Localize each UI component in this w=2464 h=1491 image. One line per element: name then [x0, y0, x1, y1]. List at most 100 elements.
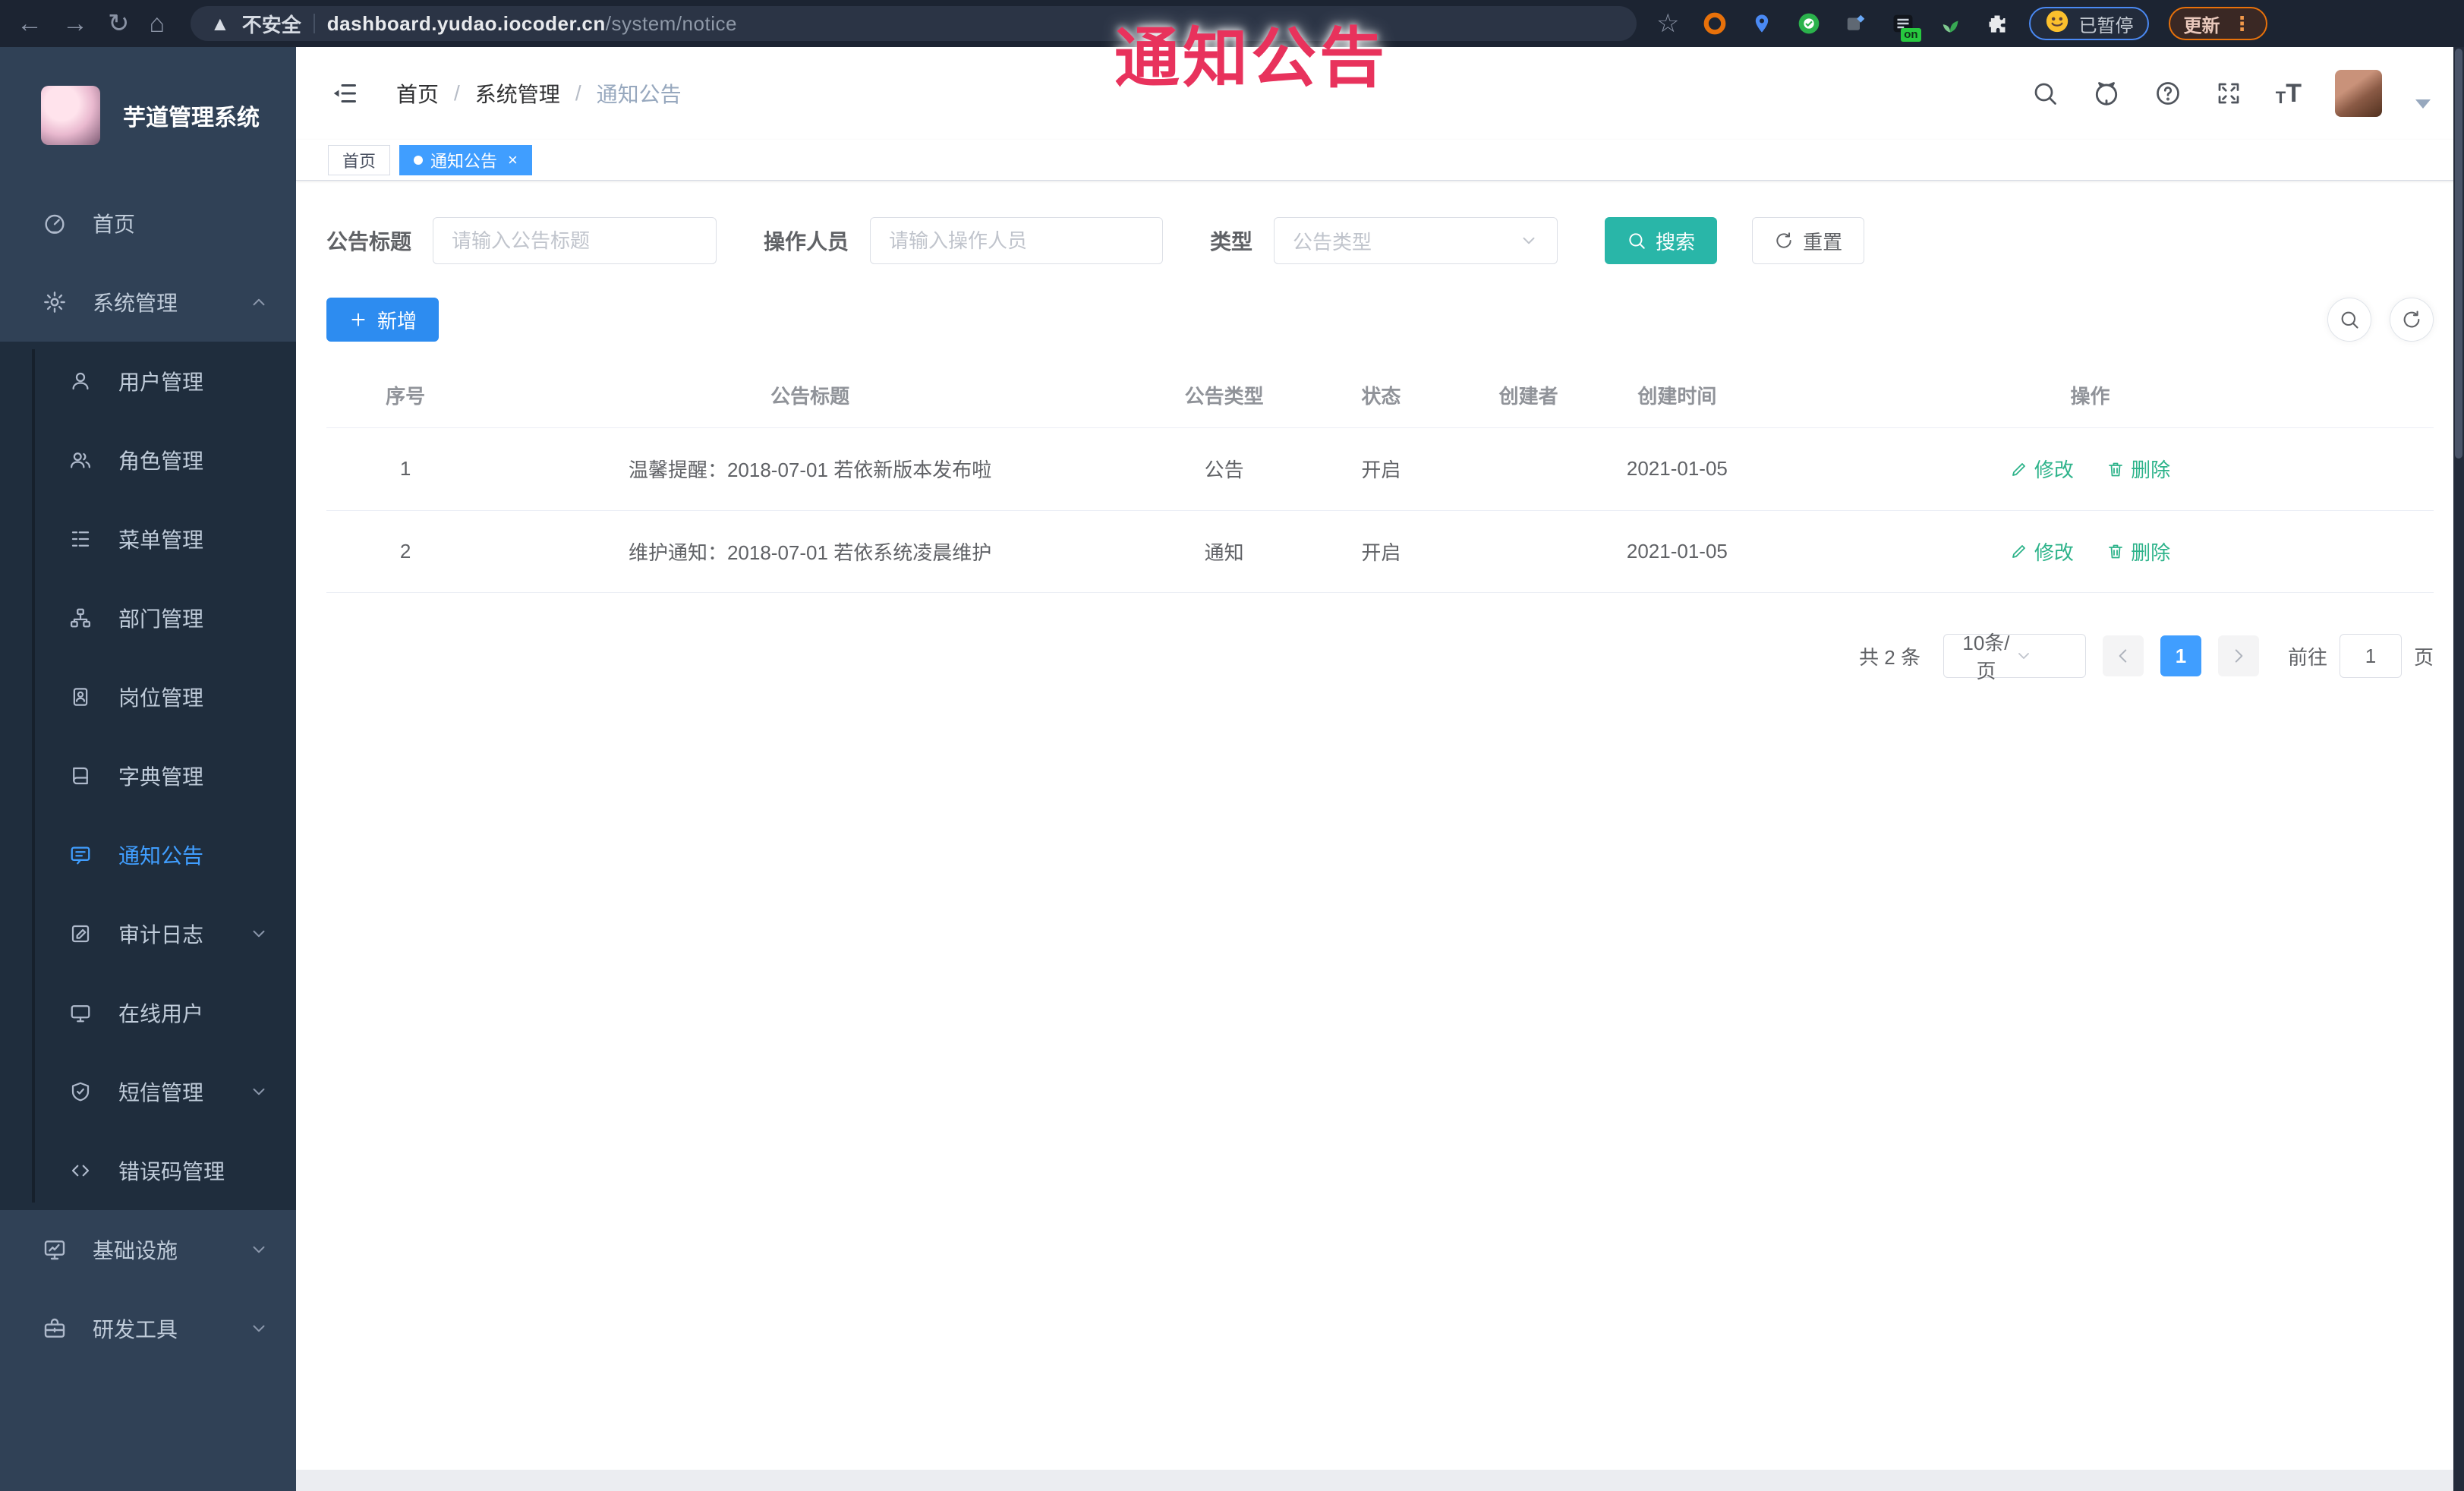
tools-icon	[39, 1316, 70, 1341]
tag-home[interactable]: 首页	[328, 144, 391, 175]
tag-notices[interactable]: 通知公告 ×	[399, 144, 532, 175]
page-suffix-label: 页	[2413, 645, 2434, 669]
show-search-button[interactable]	[2327, 298, 2371, 342]
extension-sprout-icon[interactable]	[1938, 11, 1962, 36]
extension-orange-icon[interactable]	[1703, 11, 1727, 36]
user-avatar[interactable]	[2335, 70, 2382, 117]
reset-button[interactable]: 重置	[1752, 217, 1865, 264]
sidebar-item-roles[interactable]: 角色管理	[0, 421, 296, 500]
url-divider	[313, 14, 315, 33]
page-1-button[interactable]: 1	[2160, 635, 2201, 676]
active-tag-dot	[414, 155, 424, 165]
table-header-row: 序号 公告标题 公告类型 状态 创建者 创建时间 操作	[326, 363, 2434, 428]
chevron-down-icon	[249, 924, 269, 944]
avatar-caret-icon[interactable]	[2415, 99, 2431, 109]
forward-button[interactable]: →	[62, 11, 88, 36]
sidebar-collapse-icon[interactable]	[329, 80, 360, 107]
sidebar-item-error-codes[interactable]: 错误码管理	[0, 1131, 296, 1210]
sidebar-item-notices[interactable]: 通知公告	[0, 815, 296, 894]
page-url: dashboard.yudao.iocoder.cn/system/notice	[327, 12, 737, 36]
security-warning-icon: ▲	[210, 11, 230, 35]
edit-link[interactable]: 修改	[2010, 537, 2074, 566]
code-icon	[65, 1159, 96, 1182]
page-size-select[interactable]: 10条/页	[1943, 632, 2086, 682]
extensions-puzzle-icon[interactable]	[1985, 11, 2009, 36]
sidebar-item-dictionary[interactable]: 字典管理	[0, 736, 296, 815]
delete-link[interactable]: 删除	[2106, 537, 2170, 566]
help-icon[interactable]	[2154, 80, 2182, 107]
filter-operator-group: 操作人员	[764, 217, 1164, 264]
sidebar-item-posts[interactable]: 岗位管理	[0, 657, 296, 736]
browser-update-button[interactable]: 更新 ⋮	[2168, 7, 2267, 40]
extension-diamond-icon[interactable]	[1844, 11, 1868, 36]
online-icon	[65, 1001, 96, 1024]
cell-title: 温馨提醒：2018-07-01 若依新版本发布啦	[484, 427, 1136, 511]
cell-type: 公告	[1135, 427, 1313, 511]
user-icon	[65, 370, 96, 392]
sidebar-item-infrastructure[interactable]: 基础设施	[0, 1210, 296, 1289]
scrollbar-thumb[interactable]	[2455, 49, 2462, 459]
edit-link[interactable]: 修改	[2010, 455, 2074, 483]
chevron-down-icon	[249, 1319, 269, 1338]
notice-title-input[interactable]	[433, 217, 717, 264]
home-button[interactable]: ⌂	[150, 11, 165, 36]
extension-pin-icon[interactable]	[1750, 11, 1774, 36]
chevron-down-icon	[249, 1240, 269, 1259]
sidebar-item-system[interactable]: 系统管理	[0, 263, 296, 342]
reload-button[interactable]: ↻	[108, 11, 130, 36]
bookmark-star-icon[interactable]: ☆	[1656, 11, 1679, 36]
extensions-paused-pill[interactable]: 已暂停	[2028, 7, 2149, 40]
cell-created: 2021-01-05	[1607, 510, 1747, 593]
extension-bars-icon[interactable]: on	[1891, 11, 1921, 42]
github-icon[interactable]	[2092, 79, 2121, 108]
font-size-icon[interactable]: TT	[2276, 80, 2302, 106]
back-button[interactable]: ←	[17, 11, 43, 36]
breadcrumb-home[interactable]: 首页	[396, 78, 439, 109]
col-header-status: 状态	[1312, 363, 1450, 428]
cell-creator	[1449, 427, 1608, 511]
operator-label: 操作人员	[764, 230, 849, 254]
table-tools	[2327, 298, 2434, 342]
sidebar-item-dev-tools[interactable]: 研发工具	[0, 1289, 296, 1368]
fullscreen-icon[interactable]	[2215, 80, 2242, 107]
breadcrumb-system[interactable]: 系统管理	[475, 78, 560, 109]
header-search-icon[interactable]	[2031, 80, 2059, 107]
type-label: 类型	[1210, 230, 1253, 254]
sidebar-item-departments[interactable]: 部门管理	[0, 578, 296, 657]
delete-link[interactable]: 删除	[2106, 455, 2170, 483]
goto-page-input[interactable]	[2339, 634, 2402, 678]
add-button[interactable]: 新增	[326, 298, 440, 342]
sidebar-item-sms[interactable]: 短信管理	[0, 1052, 296, 1131]
col-header-creator: 创建者	[1449, 363, 1608, 428]
filter-type-group: 类型 公告类型	[1210, 217, 1558, 264]
page-scrollbar[interactable]	[2453, 47, 2464, 1491]
sidebar-logo-row[interactable]: 芋道管理系统	[0, 47, 296, 184]
dashboard-icon	[39, 211, 70, 235]
col-header-no: 序号	[326, 363, 485, 428]
chevron-down-icon	[249, 1082, 269, 1102]
address-bar[interactable]: ▲ 不安全 dashboard.yudao.iocoder.cn/system/…	[191, 6, 1637, 41]
prev-page-button[interactable]	[2102, 635, 2144, 676]
browser-extensions-row: ☆ on	[1656, 11, 2009, 42]
top-navbar: 首页 / 系统管理 / 通知公告 TT	[296, 47, 2464, 140]
sidebar-submenu-system: 用户管理 角色管理 菜单管理 部门管理 岗位管理 字典管理 通知公告 审计日志 …	[0, 342, 296, 1210]
extension-green-circle-icon[interactable]	[1797, 11, 1821, 36]
sidebar-item-online-users[interactable]: 在线用户	[0, 973, 296, 1052]
breadcrumb-separator: /	[454, 81, 460, 105]
refresh-button[interactable]	[2390, 298, 2434, 342]
sidebar-item-users[interactable]: 用户管理	[0, 342, 296, 421]
next-page-button[interactable]	[2217, 635, 2259, 676]
search-button[interactable]: 搜索	[1605, 217, 1718, 264]
page-content: 公告标题 操作人员 类型 公告类型 搜索	[296, 181, 2464, 1470]
breadcrumb-current: 通知公告	[596, 83, 682, 106]
sidebar-item-audit-log[interactable]: 审计日志	[0, 894, 296, 973]
kebab-menu-icon[interactable]: ⋮	[2232, 12, 2252, 36]
cell-status: 开启	[1312, 510, 1450, 593]
chevron-up-icon	[249, 292, 269, 312]
sidebar-item-menus[interactable]: 菜单管理	[0, 500, 296, 578]
notice-type-select[interactable]: 公告类型	[1274, 217, 1558, 264]
operator-input[interactable]	[870, 217, 1164, 264]
close-tag-icon[interactable]: ×	[508, 150, 518, 170]
sidebar-item-home[interactable]: 首页	[0, 184, 296, 263]
paused-label: 已暂停	[2078, 15, 2134, 36]
